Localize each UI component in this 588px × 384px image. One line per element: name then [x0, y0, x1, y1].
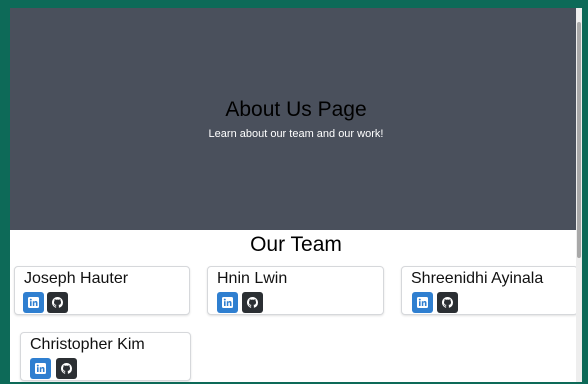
linkedin-icon — [222, 297, 233, 308]
team-member-name: Christopher Kim — [30, 336, 145, 353]
page-title: About Us Page — [225, 98, 367, 121]
team-member-card: Joseph Hauter — [14, 266, 190, 315]
scrollbar-thumb[interactable] — [577, 22, 581, 258]
github-icon — [247, 297, 258, 308]
linkedin-button[interactable] — [217, 292, 238, 313]
linkedin-button[interactable] — [23, 292, 44, 313]
team-member-card: Shreenidhi Ayinala — [401, 266, 578, 315]
team-member-card: Hnin Lwin — [207, 266, 384, 315]
linkedin-icon — [417, 297, 428, 308]
github-button[interactable] — [47, 292, 68, 313]
team-member-name: Joseph Hauter — [24, 270, 129, 287]
github-button[interactable] — [437, 292, 458, 313]
team-member-name: Shreenidhi Ayinala — [411, 270, 544, 287]
github-button[interactable] — [242, 292, 263, 313]
linkedin-icon — [35, 363, 46, 374]
team-member-name: Hnin Lwin — [217, 270, 288, 287]
github-button[interactable] — [56, 358, 77, 379]
hero-banner: About Us Page Learn about our team and o… — [10, 8, 582, 230]
linkedin-button[interactable] — [412, 292, 433, 313]
team-section-title: Our Team — [250, 233, 342, 256]
hero-subtitle: Learn about our team and our work! — [208, 128, 384, 140]
github-icon — [52, 297, 63, 308]
page-viewport: About Us Page Learn about our team and o… — [10, 8, 582, 382]
github-icon — [61, 363, 72, 374]
vertical-scrollbar[interactable] — [576, 8, 582, 382]
linkedin-button[interactable] — [30, 358, 51, 379]
github-icon — [442, 297, 453, 308]
team-member-card: Christopher Kim — [20, 332, 191, 381]
linkedin-icon — [28, 297, 39, 308]
